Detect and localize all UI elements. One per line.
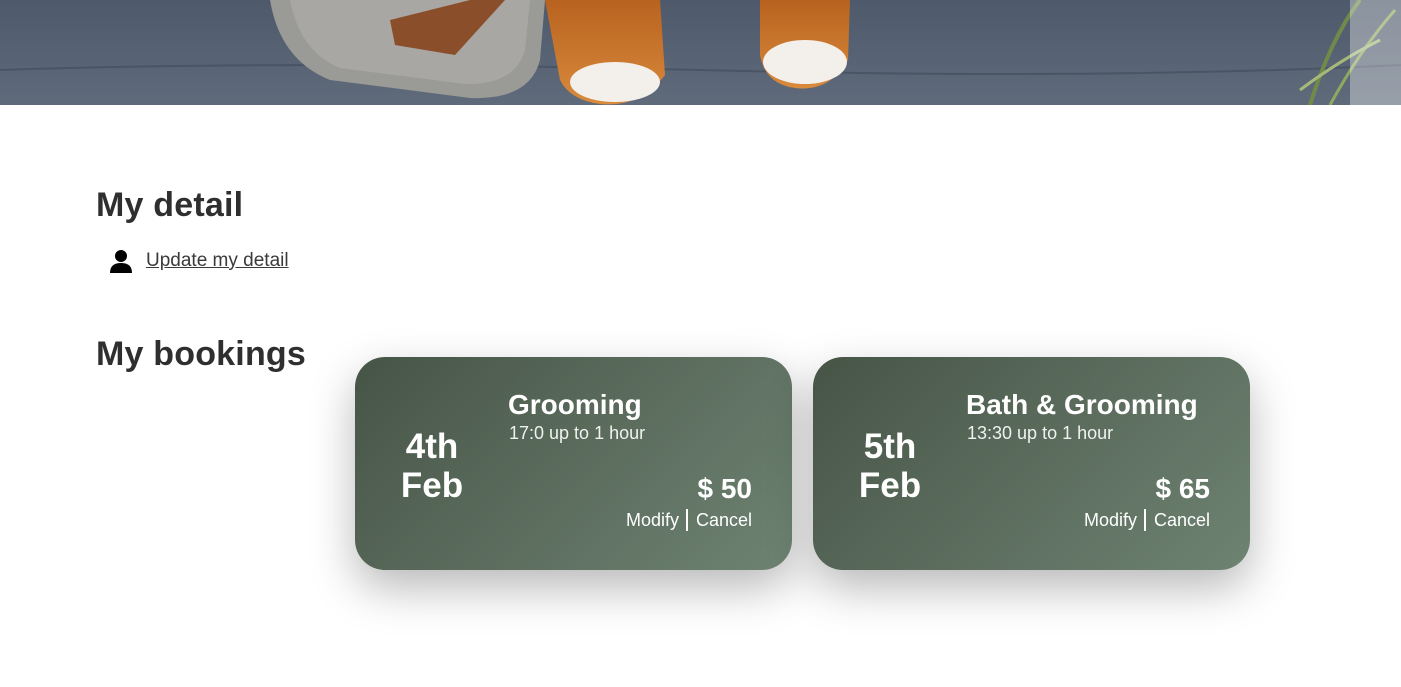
update-detail-row[interactable]: Update my detail (108, 248, 289, 274)
booking-time: 13:30 up to 1 hour (967, 423, 1114, 443)
booking-time: 17:0 up to 1 hour (509, 423, 646, 443)
booking-date: 5th Feb (835, 427, 945, 505)
booking-actions: Modify Cancel (626, 509, 752, 531)
hero-illustration (0, 0, 1401, 105)
update-my-detail-link[interactable]: Update my detail (146, 250, 289, 272)
booking-month: Feb (858, 466, 922, 505)
hero-banner-image (0, 0, 1401, 105)
booking-price: $ 50 (697, 473, 753, 504)
booking-day: 5th (863, 427, 917, 466)
booking-actions: Modify Cancel (1084, 509, 1210, 531)
modify-booking-link[interactable]: Modify (1084, 510, 1137, 531)
booking-month: Feb (400, 466, 464, 505)
my-detail-heading: My detail (96, 186, 244, 224)
action-divider (1143, 509, 1146, 531)
booking-service: Grooming (508, 389, 642, 420)
cancel-booking-link[interactable]: Cancel (1154, 510, 1210, 531)
booking-price: $ 65 (1155, 473, 1211, 504)
my-bookings-heading: My bookings (96, 335, 306, 373)
booking-date: 4th Feb (377, 427, 487, 505)
booking-service: Bath & Grooming (966, 389, 1198, 420)
modify-booking-link[interactable]: Modify (626, 510, 679, 531)
booking-card: 4th Feb Grooming 17:0 up to 1 hour $ 50 … (355, 357, 792, 570)
action-divider (685, 509, 688, 531)
booking-day: 4th (405, 427, 459, 466)
person-icon (108, 248, 134, 274)
cancel-booking-link[interactable]: Cancel (696, 510, 752, 531)
booking-card: 5th Feb Bath & Grooming 13:30 up to 1 ho… (813, 357, 1250, 570)
